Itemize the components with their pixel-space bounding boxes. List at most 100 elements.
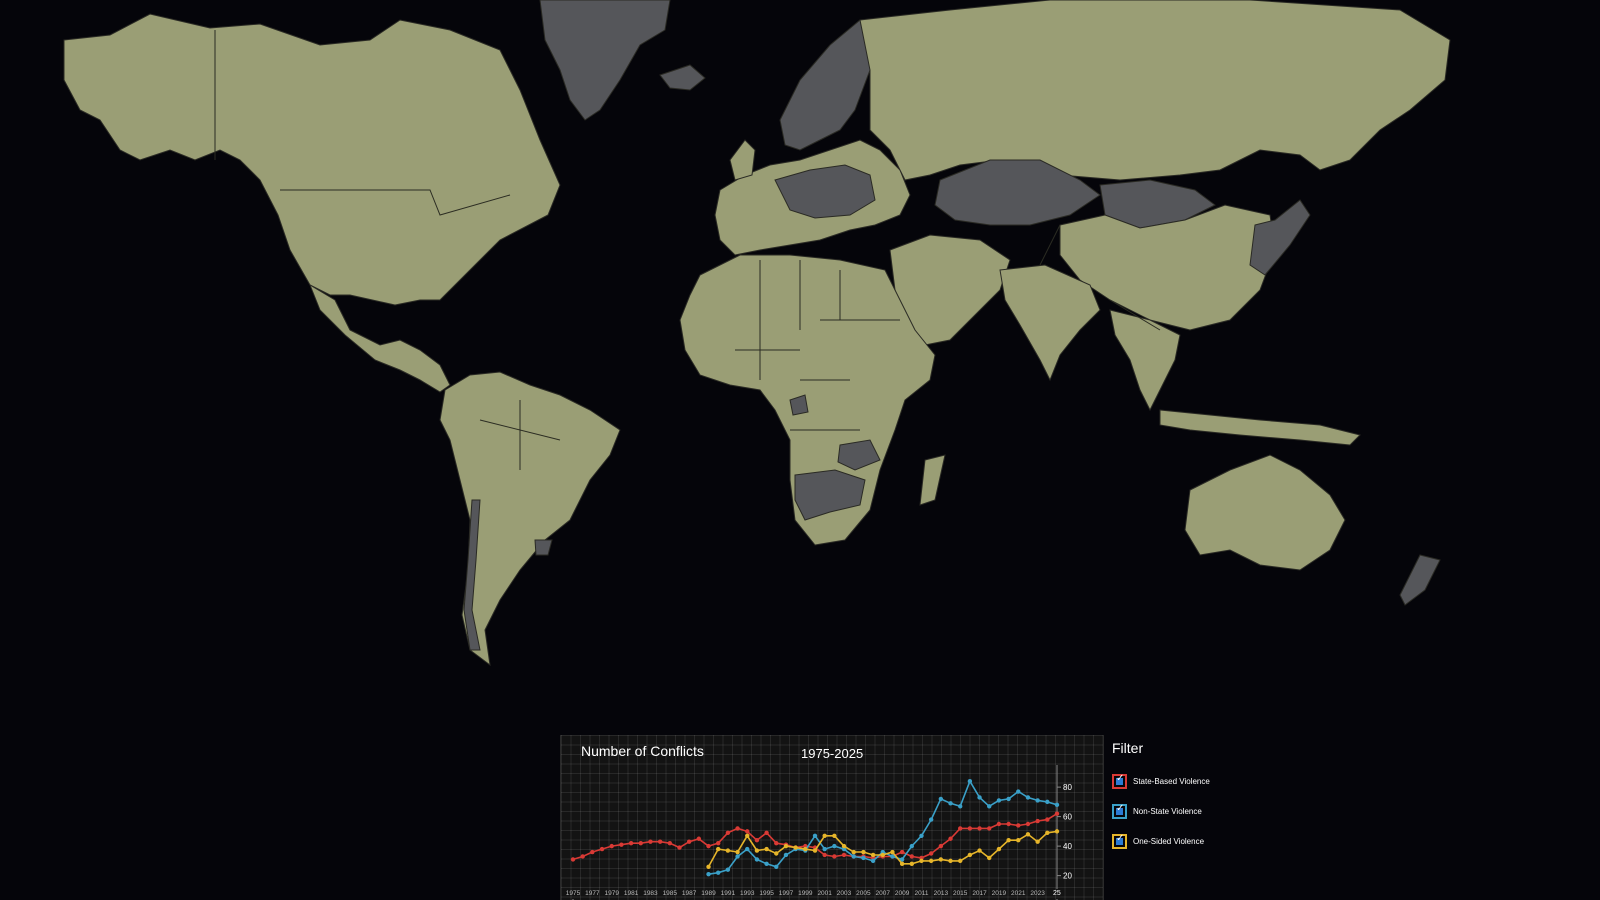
- checkbox-state-based[interactable]: ✓: [1112, 772, 1127, 789]
- country-australia[interactable]: [1184, 454, 1346, 571]
- data-point-1-2011: [919, 833, 924, 838]
- filter-non-state[interactable]: ✓ Non-State Violence: [1112, 796, 1312, 826]
- x-tick-label-2003: 2003: [837, 890, 852, 897]
- data-point-2-2012: [928, 858, 934, 864]
- x-tick-label-1983: 1983: [643, 890, 658, 897]
- data-point-0-1986: [677, 845, 682, 850]
- data-point-2-2025: [1054, 829, 1060, 834]
- data-point-1-2012: [928, 817, 934, 822]
- x-tick-label-1977: 1977: [585, 890, 600, 897]
- checkbox-one-sided[interactable]: ✓: [1112, 833, 1127, 849]
- data-point-0-2025: [1054, 811, 1060, 816]
- data-point-1-2018: [987, 804, 992, 809]
- filter-label-one-sided: One-Sided Violence: [1133, 836, 1205, 846]
- x-tick-label-2009: 2009: [895, 890, 910, 897]
- data-point-2-2024: [1045, 830, 1050, 836]
- data-point-0-1990: [716, 840, 721, 846]
- data-point-1-2017: [977, 795, 982, 800]
- country-india[interactable]: [999, 264, 1101, 382]
- data-point-0-2023: [1035, 818, 1040, 824]
- data-point-0-2024: [1045, 817, 1050, 822]
- x-tick-label-2007: 2007: [876, 890, 891, 897]
- x-tick-label-2017: 2017: [972, 890, 987, 897]
- data-point-2-2004: [851, 849, 856, 855]
- data-point-0-2021: [1016, 823, 1021, 828]
- country-north-america[interactable]: [63, 13, 561, 306]
- data-point-0-2015: [958, 826, 963, 831]
- chart-title: Number of Conflicts: [581, 743, 704, 759]
- data-point-1-2005: [861, 855, 866, 861]
- data-point-0-1985: [667, 840, 672, 846]
- data-point-2-2016: [967, 852, 973, 858]
- country-greenland[interactable]: [539, 0, 671, 121]
- x-tick-label-2023: 2023: [1030, 890, 1045, 897]
- data-point-0-2009: [899, 849, 905, 855]
- data-point-0-2022: [1025, 821, 1031, 827]
- series-line-1: [708, 779, 1058, 875]
- data-point-0-1978: [599, 846, 605, 852]
- data-point-0-1994: [754, 838, 760, 843]
- data-point-1-2023: [1035, 798, 1040, 803]
- data-point-0-2003: [841, 852, 847, 858]
- data-point-2-1999: [803, 846, 808, 852]
- country-russia[interactable]: [859, 0, 1451, 181]
- x-tick-label-2011: 2011: [914, 890, 928, 897]
- data-point-0-2002: [832, 854, 837, 859]
- data-point-0-1975: [570, 857, 576, 862]
- country-korea-japan[interactable]: [1249, 199, 1311, 276]
- data-point-2-2017: [977, 848, 982, 853]
- country-iceland[interactable]: [659, 64, 706, 91]
- data-point-0-2019: [996, 821, 1002, 827]
- data-point-1-2002: [832, 843, 837, 849]
- data-point-2-2003: [841, 843, 847, 849]
- data-point-1-2025: [1054, 802, 1060, 808]
- data-point-1-2024: [1045, 799, 1050, 805]
- check-icon: ✓: [1116, 772, 1125, 784]
- conflicts-chart-panel: 20 40 60 80 1975 1977 1979 1981 1983 1985 1987 1989…: [560, 735, 1104, 900]
- country-indonesia[interactable]: [1159, 409, 1361, 446]
- data-point-1-2001: [822, 846, 827, 852]
- y-tick-label-60: 60: [1063, 813, 1072, 822]
- data-point-0-1977: [590, 849, 595, 855]
- data-point-1-2014: [948, 801, 953, 806]
- filter-panel: Filter ✓ State-Based Violence ✓ Non-Stat…: [1112, 740, 1312, 860]
- filter-state-based[interactable]: ✓ State-Based Violence: [1112, 766, 1312, 796]
- data-point-1-2004: [851, 854, 856, 859]
- data-point-2-1991: [725, 848, 731, 853]
- x-tick-label-2019: 2019: [992, 890, 1007, 897]
- y-tick-label-80: 80: [1063, 783, 1072, 792]
- data-point-0-2001: [822, 852, 827, 858]
- data-point-2-1996: [774, 851, 779, 856]
- data-point-0-2010: [909, 854, 914, 859]
- data-point-2-1989: [706, 864, 711, 869]
- data-point-0-1992: [735, 826, 740, 831]
- data-point-1-2019: [996, 798, 1002, 803]
- world-map[interactable]: [0, 0, 1600, 700]
- data-point-0-2016: [967, 826, 973, 831]
- data-point-2-2023: [1035, 839, 1040, 844]
- data-point-2-1995: [764, 846, 769, 852]
- data-point-2-2011: [919, 858, 924, 864]
- filter-title: Filter: [1112, 740, 1144, 756]
- data-point-1-1995: [764, 861, 769, 867]
- data-point-0-2017: [977, 826, 982, 831]
- data-point-2-2020: [1006, 838, 1011, 843]
- data-point-0-1995: [764, 830, 769, 836]
- check-icon: ✓: [1116, 802, 1125, 814]
- country-madagascar[interactable]: [919, 454, 946, 506]
- country-uk[interactable]: [729, 139, 756, 181]
- country-uruguay[interactable]: [534, 539, 553, 556]
- data-point-1-2021: [1016, 789, 1021, 794]
- data-point-0-1980: [619, 842, 624, 847]
- data-point-1-2010: [909, 843, 914, 849]
- x-tick-label-2001: 2001: [817, 890, 832, 897]
- data-point-0-1989: [706, 843, 711, 849]
- data-point-0-1983: [648, 839, 653, 844]
- data-point-0-1988: [696, 836, 702, 841]
- data-point-2-2001: [822, 833, 827, 838]
- data-point-0-2014: [948, 836, 953, 841]
- country-new-zealand[interactable]: [1399, 554, 1441, 606]
- filter-one-sided[interactable]: ✓ One-Sided Violence: [1112, 826, 1312, 856]
- data-point-1-2006: [870, 858, 876, 864]
- checkbox-non-state[interactable]: ✓: [1112, 802, 1127, 819]
